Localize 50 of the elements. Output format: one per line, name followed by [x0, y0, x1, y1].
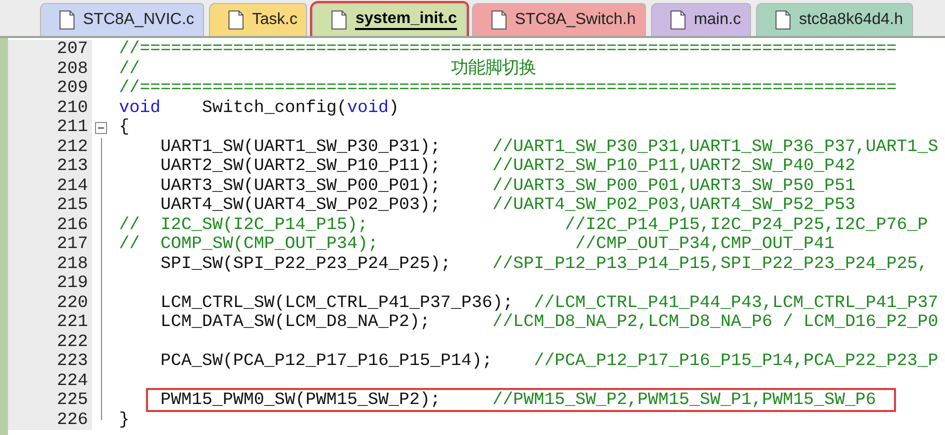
file-icon — [331, 10, 348, 30]
line-number: 219 — [8, 274, 92, 294]
file-tab[interactable]: Task.c — [209, 3, 308, 36]
code-comment: //========================================================================= — [119, 79, 897, 98]
line-number: 222 — [8, 332, 92, 352]
file-tab[interactable]: STC8A_NVIC.c — [40, 3, 204, 36]
code-line: } — [119, 410, 130, 430]
line-number: 207 — [8, 40, 92, 60]
code-line: LCM_CTRL_SW(LCM_CTRL_P41_P37_P36); //LCM_CTRL_P41_P44_P43,LCM_CTRL_P41_P37 — [159, 294, 938, 312]
file-tab[interactable]: system_init.c — [312, 3, 467, 36]
file-tab[interactable]: stc8a8k64d4.h — [756, 3, 914, 36]
line-number: 209 — [8, 79, 92, 98]
file-tab[interactable]: main.c — [650, 3, 751, 36]
line-number: 226 — [8, 410, 92, 430]
code-comment: //========================================================================= — [119, 40, 897, 59]
code-line: UART1_SW(UART1_SW_P30_P31); //UART1_SW_P30_P31,UART1_SW_P36_P37,UART1_S — [159, 138, 938, 156]
code-line: PCA_SW(PCA_P12_P17_P16_P15_P14); //PCA_P12_P17_P16_P15_P14,PCA_P22_P23_P — [159, 352, 938, 371]
file-icon — [670, 10, 686, 30]
line-number: 208 — [8, 60, 92, 79]
line-number: 210 — [8, 98, 92, 118]
code-line: { — [119, 118, 130, 137]
line-number: 225 — [8, 391, 92, 410]
file-icon — [490, 10, 507, 30]
code-line: UART2_SW(UART2_SW_P10_P11); //UART2_SW_P10_P11,UART2_SW_P40_P42 — [159, 157, 856, 176]
line-number: 216 — [8, 216, 92, 235]
code-line: SPI_SW(SPI_P22_P23_P24_P25); //SPI_P12_P13_P14_P15,SPI_P22_P23_P24_P25, — [159, 254, 928, 274]
file-icon — [774, 10, 791, 30]
code-line: UART4_SW(UART4_SW_P02_P03); //UART4_SW_P02_P03,UART4_SW_P52_P53 — [159, 196, 856, 215]
line-number: 211 — [8, 118, 92, 138]
collapse-icon[interactable] — [95, 122, 107, 134]
code-comment: // COMP_SW(CMP_OUT_P34); //CMP_OUT_P34,CMP_OUT_P41 — [119, 235, 835, 254]
line-number: 220 — [8, 294, 92, 313]
line-number: 215 — [8, 196, 92, 216]
line-number: 223 — [8, 352, 92, 372]
file-icon — [228, 10, 244, 30]
file-tab[interactable]: STC8A_Switch.h — [472, 3, 646, 36]
line-number: 213 — [8, 157, 92, 176]
code-comment: // I2C_SW(I2C_P14_P15); //I2C_P14_P15,I2C_P24_P25,I2C_P76_P — [119, 216, 928, 234]
code-line: void Switch_config(void) — [119, 98, 400, 118]
code-line: PWM15_PWM0_SW(PWM15_SW_P2); //PWM15_SW_P2,PWM15_SW_P1,PWM15_SW_P6 — [159, 391, 876, 410]
line-number: 218 — [8, 254, 92, 274]
line-number: 214 — [8, 176, 92, 196]
file-icon — [59, 10, 75, 30]
code-line: UART3_SW(UART3_SW_P00_P01); //UART3_SW_P00_P01,UART3_SW_P50_P51 — [159, 176, 856, 196]
line-number: 224 — [8, 372, 92, 391]
code-comment: // 功能脚切换 — [119, 60, 536, 78]
line-number: 221 — [8, 313, 92, 332]
line-number: 217 — [8, 235, 92, 254]
code-line: LCM_DATA_SW(LCM_D8_NA_P2); //LCM_D8_NA_P2,LCM_D8_NA_P6 / LCM_D16_P2_P0 — [159, 313, 938, 332]
line-number: 212 — [8, 138, 92, 157]
